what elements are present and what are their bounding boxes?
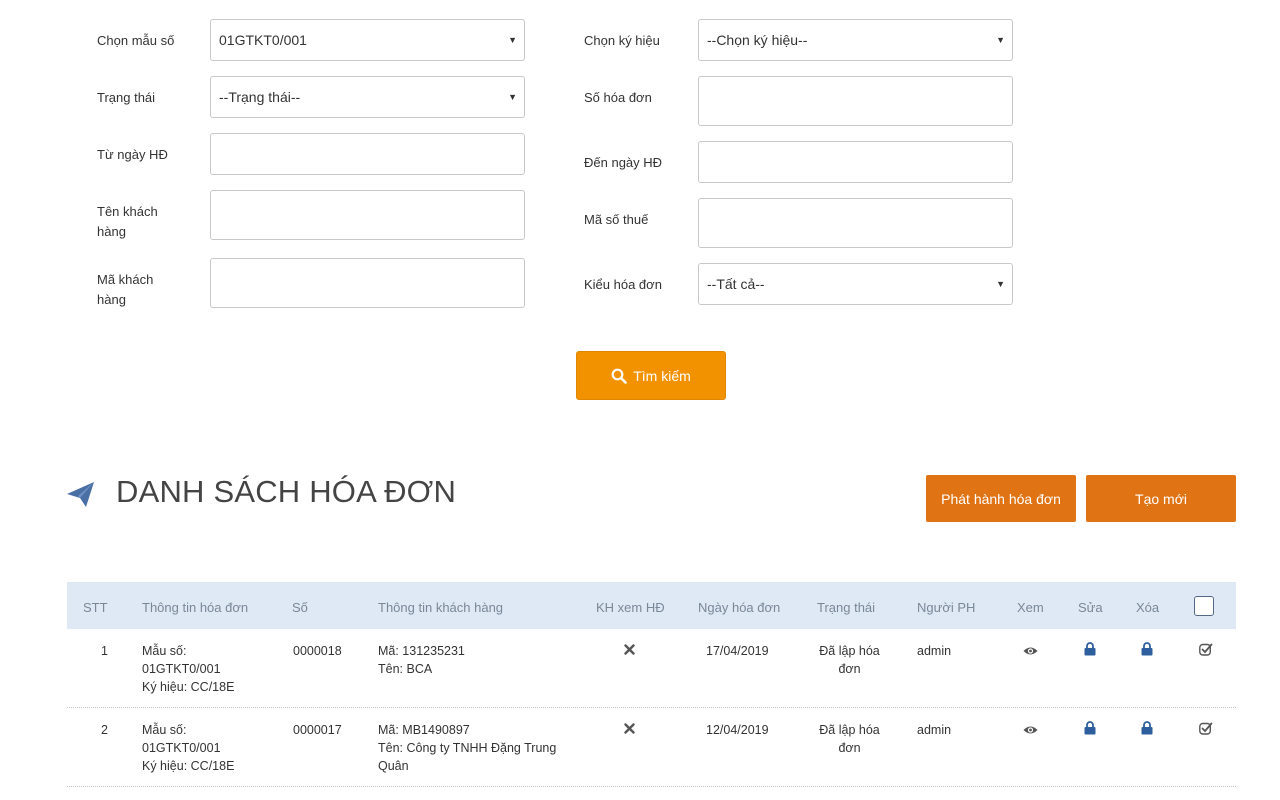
ten-khach-hang-label-line2: hàng — [97, 224, 126, 239]
select-all-checkbox[interactable] — [1194, 596, 1214, 616]
so-hoa-don-input[interactable] — [698, 76, 1013, 126]
row-so: 0000017 — [293, 723, 342, 737]
ky-hieu-value: Ký hiệu: CC/18E — [142, 680, 235, 694]
kieu-hoa-don-label: Kiểu hóa đơn — [584, 277, 662, 292]
check-square-icon[interactable] — [1199, 722, 1213, 735]
caret-down-icon: ▼ — [996, 279, 1005, 289]
ky-hieu-value: Ký hiệu: CC/18E — [142, 759, 235, 773]
customer-name-cont: Quân — [378, 759, 409, 773]
col-kh-xem: KH xem HĐ — [596, 600, 665, 615]
close-icon — [624, 644, 635, 655]
mau-so-label: Mẫu số: — [142, 644, 187, 658]
eye-icon[interactable] — [1023, 725, 1038, 735]
mau-so-value: 01GTKT0/001 — [142, 741, 221, 755]
row-trang-thai: Đã lập hóa đơn — [807, 642, 892, 678]
col-customer-info: Thông tin khách hàng — [378, 600, 504, 615]
row-nguoi-ph: admin — [917, 723, 952, 737]
customer-code: Mã: MB1490897 — [378, 723, 470, 737]
status-line1: Đã lập hóa — [819, 644, 880, 658]
ma-so-thue-label: Mã số thuế — [584, 212, 649, 227]
row-nguoi-ph: admin — [917, 644, 952, 658]
row-trang-thai: Đã lập hóa đơn — [807, 721, 892, 757]
mau-so-label: Chọn mẫu số — [97, 33, 175, 48]
trang-thai-value: --Trạng thái-- — [219, 89, 301, 105]
close-icon — [624, 723, 635, 734]
row-stt: 2 — [101, 723, 108, 737]
status-line2: đơn — [838, 662, 861, 676]
col-xem: Xem — [1017, 600, 1044, 615]
mau-so-select[interactable]: 01GTKT0/001 ▼ — [210, 19, 525, 61]
page-title: DANH SÁCH HÓA ĐƠN — [116, 474, 457, 509]
trang-thai-select[interactable]: --Trạng thái-- ▼ — [210, 76, 525, 118]
kieu-hoa-don-select[interactable]: --Tất cả-- ▼ — [698, 263, 1013, 305]
status-line2: đơn — [838, 741, 861, 755]
trang-thai-label: Trạng thái — [97, 90, 156, 105]
ma-khach-hang-input[interactable] — [210, 258, 525, 308]
row-customer-info: Mã: 131235231 Tên: BCA — [378, 642, 465, 678]
search-button[interactable]: Tìm kiếm — [576, 351, 726, 400]
customer-code: Mã: 131235231 — [378, 644, 465, 658]
ma-khach-hang-label: Mã khách hàng — [97, 270, 153, 310]
publish-invoice-button[interactable]: Phát hành hóa đơn — [926, 475, 1076, 522]
table-row: 1 Mẫu số: 01GTKT0/001 Ký hiệu: CC/18E 00… — [67, 629, 1236, 708]
eye-icon[interactable] — [1023, 646, 1038, 656]
ten-khach-hang-label: Tên khách hàng — [97, 202, 158, 242]
ma-khach-hang-label-line1: Mã khách — [97, 272, 154, 287]
col-ngay: Ngày hóa đơn — [698, 600, 781, 615]
mau-so-label: Mẫu số: — [142, 723, 187, 737]
col-xoa: Xóa — [1136, 600, 1160, 615]
ten-khach-hang-input[interactable] — [210, 190, 525, 240]
row-ngay: 12/04/2019 — [706, 723, 769, 737]
col-invoice-info: Thông tin hóa đơn — [142, 600, 249, 615]
mau-so-value: 01GTKT0/001 — [219, 32, 307, 48]
table-row: 2 Mẫu số: 01GTKT0/001 Ký hiệu: CC/18E 00… — [67, 708, 1236, 787]
caret-down-icon: ▼ — [508, 35, 517, 45]
tu-ngay-label: Từ ngày HĐ — [97, 147, 168, 162]
ky-hieu-select[interactable]: --Chọn ký hiệu-- ▼ — [698, 19, 1013, 61]
search-button-label: Tìm kiếm — [633, 367, 691, 384]
lock-icon[interactable] — [1141, 721, 1153, 735]
col-trang-thai: Trạng thái — [817, 600, 876, 615]
tu-ngay-input[interactable] — [210, 133, 525, 175]
row-invoice-info: Mẫu số: 01GTKT0/001 Ký hiệu: CC/18E — [142, 642, 234, 696]
row-customer-info: Mã: MB1490897 Tên: Công ty TNHH Đặng Tru… — [378, 721, 556, 775]
search-icon — [611, 368, 628, 384]
col-sua: Sửa — [1078, 600, 1103, 615]
col-nguoi-ph: Người PH — [917, 600, 976, 615]
create-new-button[interactable]: Tạo mới — [1086, 475, 1236, 522]
row-so: 0000018 — [293, 644, 342, 658]
ky-hieu-value: --Chọn ký hiệu-- — [707, 32, 808, 48]
ky-hieu-label: Chọn ký hiệu — [584, 33, 660, 48]
table-header: STT Thông tin hóa đơn Số Thông tin khách… — [67, 582, 1236, 629]
check-square-icon[interactable] — [1199, 643, 1213, 656]
den-ngay-input[interactable] — [698, 141, 1013, 183]
caret-down-icon: ▼ — [996, 35, 1005, 45]
customer-name: Tên: BCA — [378, 662, 433, 676]
row-ngay: 17/04/2019 — [706, 644, 769, 658]
row-invoice-info: Mẫu số: 01GTKT0/001 Ký hiệu: CC/18E — [142, 721, 234, 775]
col-stt: STT — [83, 600, 108, 615]
mau-so-value: 01GTKT0/001 — [142, 662, 221, 676]
lock-icon[interactable] — [1141, 642, 1153, 656]
ma-so-thue-input[interactable] — [698, 198, 1013, 248]
paper-plane-icon — [67, 482, 94, 507]
col-so: Số — [292, 600, 308, 615]
lock-icon[interactable] — [1084, 642, 1096, 656]
row-stt: 1 — [101, 644, 108, 658]
ten-khach-hang-label-line1: Tên khách — [97, 204, 158, 219]
den-ngay-label: Đến ngày HĐ — [584, 155, 663, 170]
kieu-hoa-don-value: --Tất cả-- — [707, 276, 765, 292]
status-line1: Đã lập hóa — [819, 723, 880, 737]
so-hoa-don-label: Số hóa đơn — [584, 90, 652, 105]
lock-icon[interactable] — [1084, 721, 1096, 735]
caret-down-icon: ▼ — [508, 92, 517, 102]
ma-khach-hang-label-line2: hàng — [97, 292, 126, 307]
customer-name: Tên: Công ty TNHH Đặng Trung — [378, 741, 557, 755]
